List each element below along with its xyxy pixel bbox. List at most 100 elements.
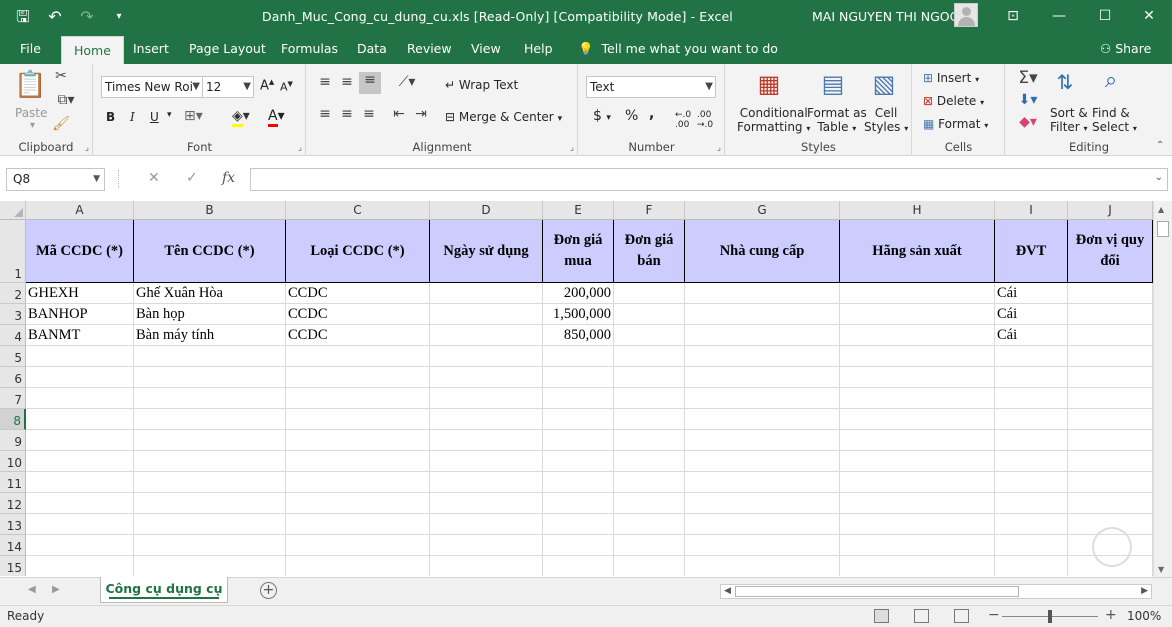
paste-icon[interactable]: 📋: [14, 70, 46, 102]
empty-cell[interactable]: [286, 493, 430, 514]
empty-cell[interactable]: [840, 472, 995, 493]
increase-font-icon[interactable]: A▲: [260, 78, 274, 93]
cut-icon[interactable]: ✂: [52, 68, 70, 84]
user-name[interactable]: MAI NGUYEN THI NGOC: [812, 9, 958, 24]
empty-cell[interactable]: [430, 514, 543, 535]
enter-icon[interactable]: ✓: [186, 170, 198, 186]
italic-button[interactable]: I: [130, 110, 135, 124]
empty-cell[interactable]: [685, 556, 840, 576]
borders-icon[interactable]: ⊞▾: [184, 108, 203, 124]
scroll-down-icon[interactable]: ▼: [1158, 565, 1164, 574]
row-header-6[interactable]: 6: [0, 367, 26, 388]
collapse-ribbon-icon[interactable]: ⌃: [1156, 140, 1164, 151]
empty-cell[interactable]: [134, 409, 286, 430]
table-cell[interactable]: [614, 304, 685, 325]
empty-cell[interactable]: [614, 556, 685, 576]
column-header-i[interactable]: I: [995, 201, 1068, 220]
tab-formulas[interactable]: Formulas: [281, 34, 338, 64]
table-cell[interactable]: 1,500,000: [543, 304, 614, 325]
cell-styles-button[interactable]: Cell Styles ▾: [864, 106, 908, 134]
empty-cell[interactable]: [685, 367, 840, 388]
cell-styles-icon[interactable]: ▧: [869, 70, 899, 100]
name-box[interactable]: Q8 ▼: [6, 168, 105, 191]
select-all-corner[interactable]: [0, 201, 26, 220]
table-cell[interactable]: Bàn máy tính: [134, 325, 286, 346]
horizontal-scrollbar[interactable]: ◀ ▶: [720, 584, 1152, 599]
header-cell[interactable]: Mã CCDC (*): [26, 220, 134, 283]
table-cell[interactable]: BANHOP: [26, 304, 134, 325]
empty-cell[interactable]: [614, 367, 685, 388]
table-cell[interactable]: [614, 325, 685, 346]
ribbon-display-options-icon[interactable]: ⊡: [990, 0, 1036, 32]
decrease-indent-icon[interactable]: ⇤: [389, 106, 409, 122]
empty-cell[interactable]: [840, 409, 995, 430]
empty-cell[interactable]: [430, 346, 543, 367]
comma-button[interactable]: ,: [649, 106, 654, 122]
empty-cell[interactable]: [26, 430, 134, 451]
table-cell[interactable]: CCDC: [286, 325, 430, 346]
empty-cell[interactable]: [995, 535, 1068, 556]
wrap-text-button[interactable]: ↵ Wrap Text: [445, 78, 518, 92]
header-cell[interactable]: Nhà cung cấp: [685, 220, 840, 283]
sort-filter-icon[interactable]: ⇅: [1050, 70, 1080, 94]
bold-button[interactable]: B: [106, 110, 115, 124]
decrease-font-icon[interactable]: A▼: [280, 80, 293, 94]
column-header-e[interactable]: E: [543, 201, 614, 220]
table-cell[interactable]: [685, 325, 840, 346]
empty-cell[interactable]: [134, 367, 286, 388]
tab-review[interactable]: Review: [407, 34, 452, 64]
avatar[interactable]: [954, 3, 978, 27]
table-cell[interactable]: 850,000: [543, 325, 614, 346]
empty-cell[interactable]: [286, 514, 430, 535]
row-header-2[interactable]: 2: [0, 283, 26, 304]
empty-cell[interactable]: [995, 514, 1068, 535]
paste-dropdown-icon[interactable]: ▾: [30, 120, 35, 131]
align-left-icon[interactable]: ≡: [315, 106, 335, 122]
header-cell[interactable]: Hãng sản xuất: [840, 220, 995, 283]
row-header-1[interactable]: 1: [0, 220, 26, 283]
table-cell[interactable]: [430, 325, 543, 346]
column-header-a[interactable]: A: [26, 201, 134, 220]
normal-view-icon[interactable]: [874, 609, 889, 623]
empty-cell[interactable]: [286, 367, 430, 388]
find-select-button[interactable]: Find & Select ▾: [1092, 106, 1137, 134]
empty-cell[interactable]: [685, 388, 840, 409]
empty-cell[interactable]: [26, 409, 134, 430]
number-launcher-icon[interactable]: ⌟: [717, 143, 721, 153]
empty-cell[interactable]: [840, 346, 995, 367]
insert-cells-button[interactable]: ⊞ Insert ▾: [923, 71, 979, 85]
save-icon[interactable]: 🖫: [8, 4, 38, 30]
tab-view[interactable]: View: [471, 34, 501, 64]
empty-cell[interactable]: [1068, 493, 1153, 514]
table-cell[interactable]: [614, 283, 685, 304]
empty-cell[interactable]: [1068, 451, 1153, 472]
increase-decimal-icon[interactable]: ←.0.00: [675, 110, 691, 130]
format-as-table-button[interactable]: Format as Table ▾: [807, 106, 867, 134]
empty-cell[interactable]: [995, 367, 1068, 388]
formula-input[interactable]: ⌄: [250, 168, 1168, 191]
tab-page-layout[interactable]: Page Layout: [189, 34, 266, 64]
empty-cell[interactable]: [286, 535, 430, 556]
align-center-icon[interactable]: ≡: [337, 106, 357, 122]
empty-cell[interactable]: [685, 409, 840, 430]
empty-cell[interactable]: [995, 409, 1068, 430]
conditional-formatting-button[interactable]: Conditional Formatting ▾: [737, 106, 810, 134]
tab-data[interactable]: Data: [357, 34, 387, 64]
zoom-in-icon[interactable]: +: [1105, 607, 1117, 623]
empty-cell[interactable]: [543, 556, 614, 576]
empty-cell[interactable]: [26, 493, 134, 514]
table-cell[interactable]: BANMT: [26, 325, 134, 346]
bottom-align-icon[interactable]: ≡: [359, 72, 381, 94]
clipboard-launcher-icon[interactable]: ⌟: [85, 143, 89, 153]
empty-cell[interactable]: [543, 346, 614, 367]
table-cell[interactable]: Bàn họp: [134, 304, 286, 325]
increase-indent-icon[interactable]: ⇥: [411, 106, 431, 122]
redo-icon[interactable]: ↷: [72, 4, 102, 30]
zoom-level[interactable]: 100%: [1127, 609, 1161, 623]
empty-cell[interactable]: [134, 388, 286, 409]
empty-cell[interactable]: [840, 493, 995, 514]
table-cell[interactable]: [1068, 325, 1153, 346]
table-cell[interactable]: [685, 283, 840, 304]
row-header-7[interactable]: 7: [0, 388, 26, 409]
empty-cell[interactable]: [543, 535, 614, 556]
